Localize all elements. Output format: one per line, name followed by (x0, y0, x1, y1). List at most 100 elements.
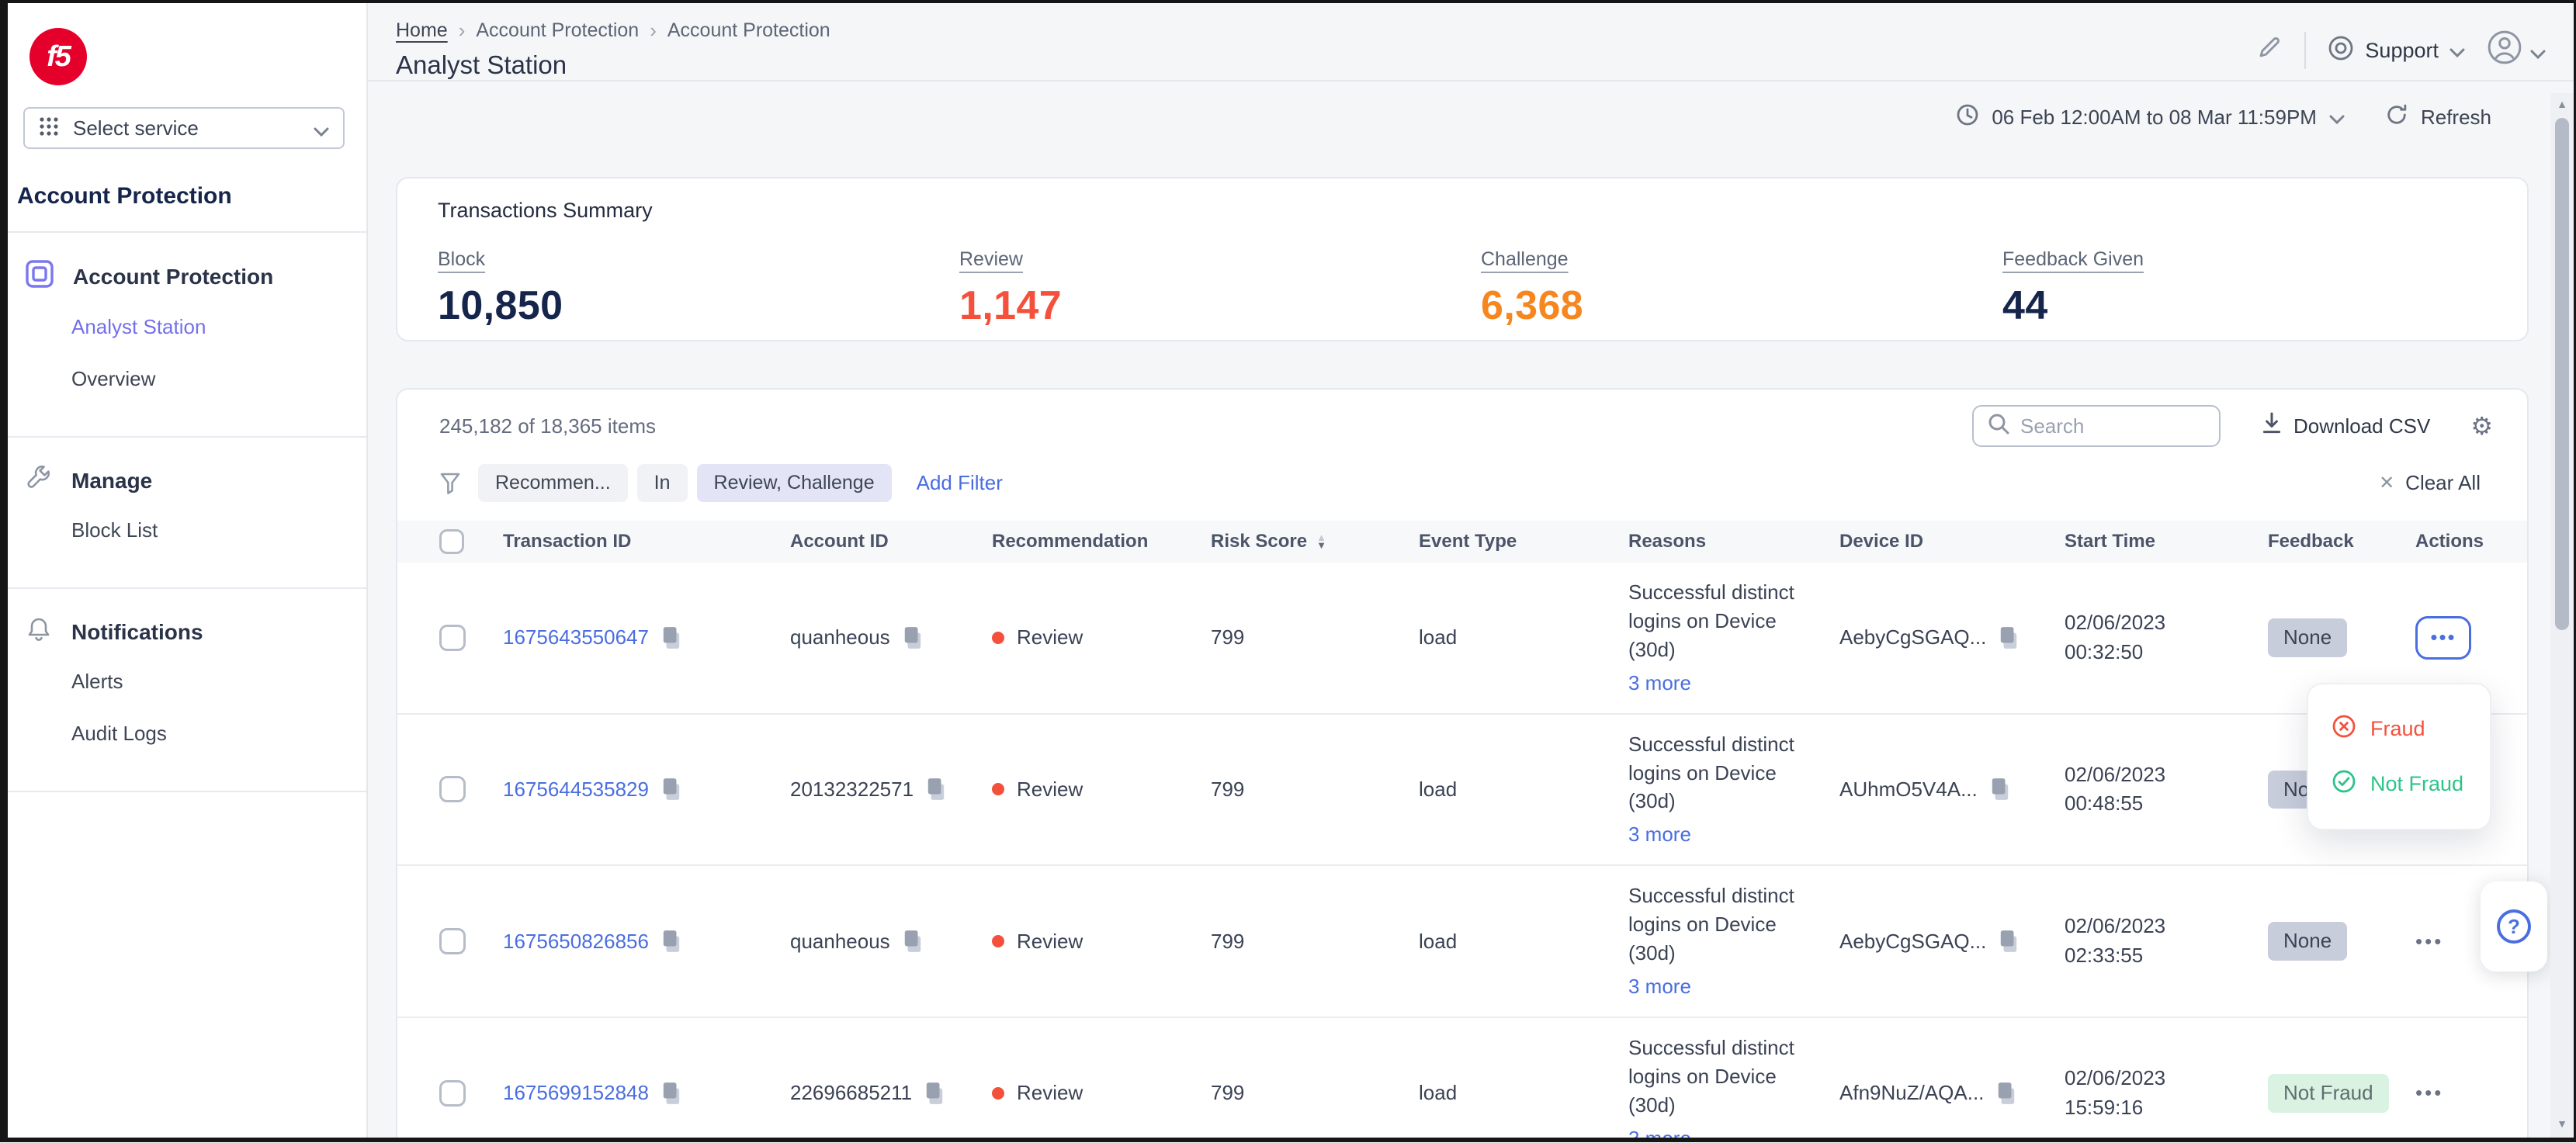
copy-icon[interactable] (661, 1082, 681, 1105)
copy-icon[interactable] (926, 778, 946, 801)
refresh-button[interactable]: Refresh (2385, 103, 2491, 132)
review-status-dot (992, 935, 1004, 947)
column-header-feedback[interactable]: Feedback (2268, 531, 2415, 552)
sort-icon[interactable]: ▲▼ (1316, 534, 1326, 549)
metric-label[interactable]: Review (959, 248, 1023, 270)
date-range-picker[interactable]: 06 Feb 12:00AM to 08 Mar 11:59PM (1956, 103, 2345, 132)
copy-icon[interactable] (903, 626, 923, 649)
breadcrumb-title-block: Home › Account Protection › Account Prot… (396, 19, 830, 80)
event-type: load (1419, 930, 1628, 954)
copy-icon[interactable] (903, 930, 923, 953)
clear-all-button[interactable]: ✕ Clear All (2379, 471, 2481, 495)
clock-icon (1956, 103, 1979, 132)
download-csv-button[interactable]: Download CSV (2261, 412, 2430, 441)
feedback-badge: None (2268, 618, 2347, 657)
breadcrumb-home-link[interactable]: Home (396, 19, 448, 42)
event-type: load (1419, 1081, 1628, 1105)
copy-icon[interactable] (661, 778, 681, 801)
scrollbar-track[interactable]: ▼ (2550, 115, 2574, 1138)
add-filter-link[interactable]: Add Filter (917, 471, 1003, 495)
filter-operator-chip[interactable]: In (637, 464, 688, 502)
row-actions-button[interactable]: ••• (2415, 616, 2471, 660)
risk-score: 799 (1211, 778, 1419, 802)
more-reasons-link[interactable]: 3 more (1628, 1124, 1818, 1142)
pencil-icon[interactable] (2256, 34, 2283, 67)
review-status-dot (992, 1087, 1004, 1100)
transaction-id-link[interactable]: 1675644535829 (503, 778, 649, 802)
row-checkbox[interactable] (439, 1080, 466, 1107)
menu-item-not-fraud[interactable]: Not Fraud (2308, 757, 2490, 812)
table-header-row: Transaction ID Account ID Recommendation… (397, 521, 2527, 563)
vertical-scrollbar[interactable]: ▲ ▼ (2550, 93, 2574, 1138)
sidebar-item-block-list[interactable]: Block List (8, 504, 366, 556)
nav-header-label: Account Protection (73, 265, 273, 289)
transaction-id-link[interactable]: 1675643550647 (503, 625, 649, 649)
reason-text: Successful distinct logins on Device (30… (1628, 733, 1794, 813)
column-header-reasons[interactable]: Reasons (1628, 531, 1839, 552)
menu-item-fraud[interactable]: Fraud (2308, 701, 2490, 757)
review-status-dot (992, 783, 1004, 795)
transactions-summary-card: Transactions Summary Block 10,850 Review… (396, 177, 2529, 341)
event-type: load (1419, 625, 1628, 649)
scrollbar-thumb[interactable] (2555, 118, 2569, 630)
column-header-recommendation[interactable]: Recommendation (992, 531, 1211, 552)
device-id: AebyCgSGAQ... (1839, 625, 1986, 649)
reason-text: Successful distinct logins on Device (30… (1628, 1036, 1794, 1117)
row-checkbox[interactable] (439, 776, 466, 802)
refresh-icon (2385, 103, 2408, 132)
copy-icon[interactable] (1999, 930, 2019, 953)
column-header-device-id[interactable]: Device ID (1839, 531, 2065, 552)
chevron-down-icon (2329, 106, 2345, 130)
scrollbar-up-arrow[interactable]: ▲ (2557, 93, 2567, 115)
sidebar-item-analyst-station[interactable]: Analyst Station (8, 301, 366, 353)
breadcrumb-item: Account Protection (667, 19, 830, 42)
metric-label[interactable]: Block (438, 248, 485, 270)
sidebar-item-alerts[interactable]: Alerts (8, 656, 366, 708)
table-row: 1675650826856 quanheous Review 799 load … (397, 866, 2527, 1018)
copy-icon[interactable] (1990, 778, 2010, 801)
sidebar-item-overview[interactable]: Overview (8, 353, 366, 405)
column-header-start-time[interactable]: Start Time (2065, 531, 2268, 552)
copy-icon[interactable] (1996, 1082, 2016, 1105)
copy-icon[interactable] (661, 626, 681, 649)
gear-icon[interactable]: ⚙ (2470, 414, 2493, 438)
scrollbar-down-arrow[interactable]: ▼ (2550, 1113, 2574, 1134)
more-reasons-link[interactable]: 3 more (1628, 972, 1818, 1001)
row-checkbox[interactable] (439, 625, 466, 651)
search-input[interactable] (2020, 414, 2205, 438)
circle-check-icon (2332, 769, 2356, 799)
transaction-id-link[interactable]: 1675699152848 (503, 1081, 649, 1105)
more-reasons-link[interactable]: 3 more (1628, 820, 1818, 849)
row-actions-button[interactable]: ••• (2415, 930, 2443, 954)
copy-icon[interactable] (1999, 626, 2019, 649)
metric-label[interactable]: Feedback Given (2002, 248, 2144, 270)
column-header-transaction-id[interactable]: Transaction ID (503, 531, 790, 552)
sidebar-item-audit-logs[interactable]: Audit Logs (8, 708, 366, 760)
device-id: AUhmO5V4A... (1839, 778, 1978, 802)
row-actions-button[interactable]: ••• (2415, 1081, 2443, 1105)
copy-icon[interactable] (924, 1082, 945, 1105)
device-id: AebyCgSGAQ... (1839, 930, 1986, 954)
risk-score: 799 (1211, 930, 1419, 954)
filter-field-chip[interactable]: Recommen... (478, 464, 628, 502)
metric-label[interactable]: Challenge (1481, 248, 1569, 270)
column-header-risk-score[interactable]: Risk Score ▲▼ (1211, 531, 1419, 552)
copy-icon[interactable] (661, 930, 681, 953)
breadcrumb-separator: › (459, 19, 466, 43)
more-reasons-link[interactable]: 3 more (1628, 669, 1818, 698)
bell-icon (25, 615, 53, 649)
filter-chips: Recommen... In Review, Challenge (439, 464, 892, 502)
column-header-actions[interactable]: Actions (2415, 531, 2530, 552)
row-checkbox[interactable] (439, 928, 466, 954)
select-service-dropdown[interactable]: Select service (23, 107, 345, 149)
metric-block: Block 10,850 (438, 243, 959, 329)
column-header-account-id[interactable]: Account ID (790, 531, 992, 552)
transaction-id-link[interactable]: 1675650826856 (503, 930, 649, 954)
filter-value-chip[interactable]: Review, Challenge (697, 464, 892, 502)
help-button[interactable]: ? (2481, 881, 2547, 972)
column-header-event-type[interactable]: Event Type (1419, 531, 1628, 552)
select-all-checkbox[interactable] (439, 529, 464, 554)
user-account-menu[interactable] (2487, 29, 2546, 71)
recommendation: Review (1017, 930, 1083, 954)
support-menu[interactable]: Support (2328, 35, 2465, 67)
